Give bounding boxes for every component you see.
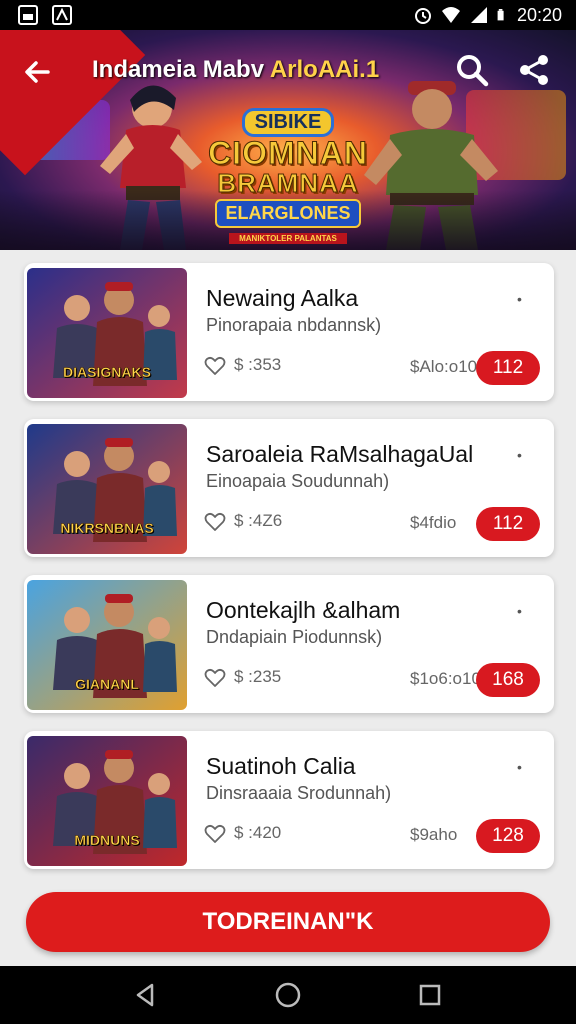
item-title: Suatinoh Calia — [206, 753, 356, 779]
signal-icon — [470, 7, 487, 23]
logo-ribbon-text: MANIKTOLER PALANTAS — [229, 233, 347, 244]
heart-icon[interactable] — [204, 667, 226, 689]
back-nav-icon[interactable] — [132, 981, 160, 1009]
primary-cta-button[interactable]: TODREINAN"K — [26, 892, 550, 952]
item-thumbnail: MIDNUNS — [27, 736, 187, 866]
game-logo: SIBIKE CIOMNAN BRAMNAA ELARGLONES MANIKT… — [206, 102, 370, 250]
back-arrow-icon[interactable] — [18, 52, 58, 92]
item-title: Newaing Aalka — [206, 285, 359, 311]
item-title: Saroaleia RaMsalhagaUal — [206, 441, 474, 467]
item-subtitle: Einoapaia Soudunnah) — [206, 471, 390, 491]
item-price: $ :420 — [234, 823, 282, 842]
more-options-icon[interactable]: • — [517, 601, 529, 621]
home-nav-icon[interactable] — [274, 981, 302, 1009]
item-title: Oontekajlh &alham — [206, 597, 401, 623]
list-item[interactable]: DIASIGNAKS Newaing Aalka Pinorapaia nbda… — [24, 263, 554, 401]
wifi-icon — [441, 7, 460, 23]
thumbnail-label: DIASIGNAKS — [63, 364, 151, 381]
search-icon[interactable] — [454, 52, 490, 88]
item-count-badge[interactable]: 168 — [476, 663, 540, 697]
logo-bottom-text: ELARGLONES — [215, 199, 361, 228]
thumbnail-label: NIKRSNBNAS — [60, 520, 154, 537]
alarm-icon — [414, 8, 431, 24]
system-nav-bar — [0, 966, 576, 1024]
item-count-badge[interactable]: 112 — [476, 507, 540, 541]
item-thumbnail: GIANANL — [27, 580, 187, 710]
item-price: $ :353 — [234, 355, 282, 374]
list-item[interactable]: NIKRSNBNAS Saroaleia RaMsalhagaUal Einoa… — [24, 419, 554, 557]
thumbnail-label: MIDNUNS — [74, 832, 140, 849]
share-icon[interactable] — [516, 52, 552, 88]
item-sales: $4fdio — [410, 513, 457, 532]
page-title-main: Indameia Mabv — [92, 56, 270, 83]
recents-nav-icon[interactable] — [416, 981, 444, 1009]
page-title-accent: ArloAAi.1 — [269, 56, 380, 83]
battery-icon — [497, 9, 504, 21]
more-options-icon[interactable]: • — [517, 289, 529, 309]
item-sales: $Alo:o10 — [410, 357, 478, 376]
logo-top-text: SIBIKE — [241, 108, 335, 137]
heart-icon[interactable] — [204, 355, 226, 377]
item-sales: $1o6:o10 — [410, 669, 481, 688]
list-item[interactable]: GIANANL Oontekajlh &alham Dndapiain Piod… — [24, 575, 554, 713]
item-sales: $9aho — [410, 825, 458, 844]
item-subtitle: Dndapiain Piodunnsk) — [206, 627, 383, 647]
item-subtitle: Dinsraaaia Srodunnah) — [206, 783, 392, 803]
logo-line-1: CIOMNAN — [208, 135, 368, 171]
logo-line-2: BRAMNAA — [217, 168, 359, 198]
list-item[interactable]: MIDNUNS Suatinoh Calia Dinsraaaia Srodun… — [24, 731, 554, 869]
item-price: $ :235 — [234, 667, 282, 686]
status-bar: 20:20 — [0, 0, 576, 30]
status-time: 20:20 — [516, 4, 562, 25]
heart-icon[interactable] — [204, 823, 226, 845]
item-thumbnail: DIASIGNAKS — [27, 268, 187, 398]
page-title: Indameia Mabv ArloAAi.1 — [92, 56, 379, 84]
more-options-icon[interactable]: • — [517, 757, 529, 777]
item-count-badge[interactable]: 112 — [476, 351, 540, 385]
hero-banner: SIBIKE CIOMNAN BRAMNAA ELARGLONES MANIKT… — [0, 30, 576, 250]
thumbnail-label: GIANANL — [75, 676, 139, 693]
more-options-icon[interactable]: • — [517, 445, 529, 465]
heart-icon[interactable] — [204, 511, 226, 533]
item-price: $ :4Z6 — [234, 511, 283, 530]
item-count-badge[interactable]: 128 — [476, 819, 540, 853]
notification-icon — [18, 5, 38, 25]
app-icon — [52, 5, 72, 25]
item-thumbnail: NIKRSNBNAS — [27, 424, 187, 554]
item-subtitle: Pinorapaia nbdannsk) — [206, 315, 382, 335]
